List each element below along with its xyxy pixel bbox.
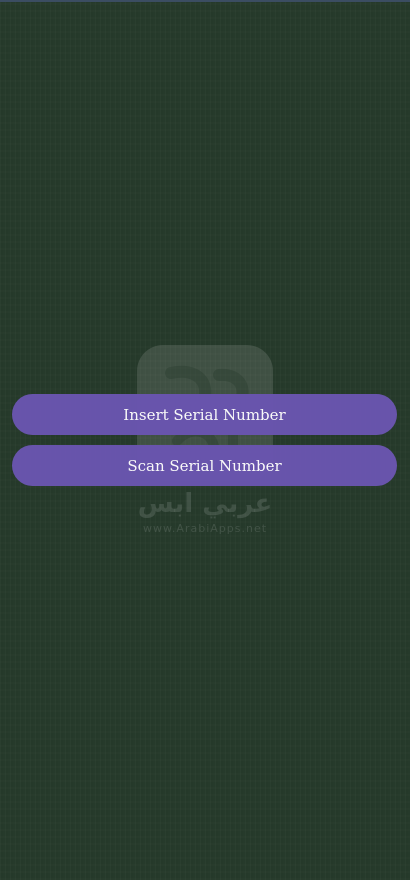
watermark-arabic-text: عربي ابس	[137, 489, 273, 519]
watermark-url-text: www.ArabiApps.net	[142, 522, 268, 535]
scan-serial-number-label: Scan Serial Number	[127, 456, 282, 475]
scan-serial-number-button[interactable]: Scan Serial Number	[12, 445, 397, 486]
status-bar-edge	[0, 0, 410, 2]
insert-serial-number-button[interactable]: Insert Serial Number	[12, 394, 397, 435]
app-screen: عربي ابس www.ArabiApps.net Insert Serial…	[0, 0, 410, 880]
insert-serial-number-label: Insert Serial Number	[123, 405, 286, 424]
